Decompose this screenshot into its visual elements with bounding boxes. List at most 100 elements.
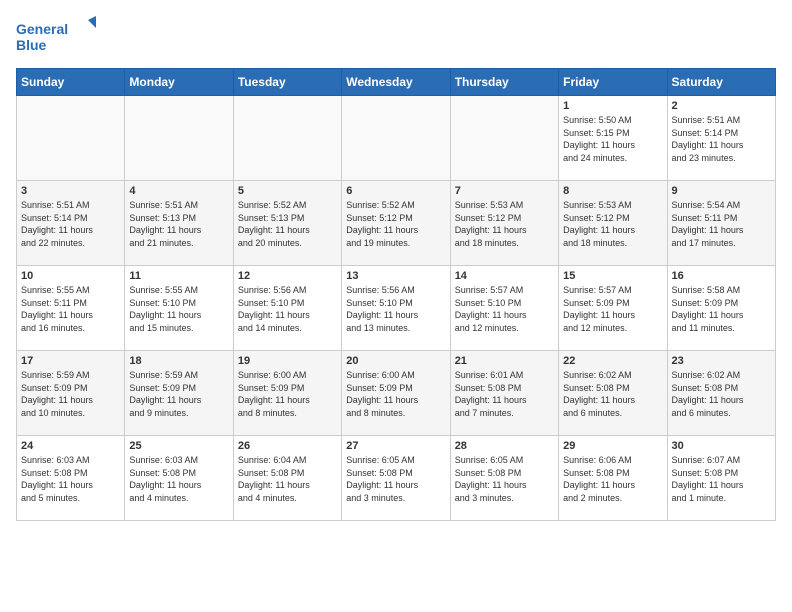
cell-info: and 8 minutes. xyxy=(238,407,337,420)
calendar-cell: 2Sunrise: 5:51 AMSunset: 5:14 PMDaylight… xyxy=(667,96,775,181)
cell-info: Sunrise: 5:51 AM xyxy=(672,114,771,127)
cell-info: Daylight: 11 hours xyxy=(21,224,120,237)
day-number: 17 xyxy=(21,355,120,367)
cell-info: and 12 minutes. xyxy=(563,322,662,335)
cell-info: Daylight: 11 hours xyxy=(346,394,445,407)
cell-info: Sunrise: 5:53 AM xyxy=(563,199,662,212)
weekday-header: Thursday xyxy=(450,69,558,96)
cell-info: Sunrise: 6:02 AM xyxy=(672,369,771,382)
cell-info: Sunset: 5:09 PM xyxy=(346,382,445,395)
calendar-cell: 30Sunrise: 6:07 AMSunset: 5:08 PMDayligh… xyxy=(667,436,775,521)
day-number: 25 xyxy=(129,440,228,452)
cell-info: Daylight: 11 hours xyxy=(346,479,445,492)
calendar-cell xyxy=(450,96,558,181)
day-number: 3 xyxy=(21,185,120,197)
calendar-cell: 13Sunrise: 5:56 AMSunset: 5:10 PMDayligh… xyxy=(342,266,450,351)
cell-info: and 19 minutes. xyxy=(346,237,445,250)
cell-info: and 6 minutes. xyxy=(563,407,662,420)
cell-info: and 13 minutes. xyxy=(346,322,445,335)
day-number: 5 xyxy=(238,185,337,197)
cell-info: and 9 minutes. xyxy=(129,407,228,420)
cell-info: and 11 minutes. xyxy=(672,322,771,335)
cell-info: and 2 minutes. xyxy=(563,492,662,505)
cell-info: Daylight: 11 hours xyxy=(238,394,337,407)
day-number: 20 xyxy=(346,355,445,367)
calendar-cell: 16Sunrise: 5:58 AMSunset: 5:09 PMDayligh… xyxy=(667,266,775,351)
day-number: 8 xyxy=(563,185,662,197)
weekday-header: Sunday xyxy=(17,69,125,96)
weekday-header: Tuesday xyxy=(233,69,341,96)
cell-info: Daylight: 11 hours xyxy=(129,394,228,407)
cell-info: Daylight: 11 hours xyxy=(455,479,554,492)
page-header: General Blue xyxy=(16,16,776,56)
cell-info: Sunset: 5:08 PM xyxy=(672,382,771,395)
cell-info: Daylight: 11 hours xyxy=(346,224,445,237)
calendar-header-row: SundayMondayTuesdayWednesdayThursdayFrid… xyxy=(17,69,776,96)
calendar-cell: 9Sunrise: 5:54 AMSunset: 5:11 PMDaylight… xyxy=(667,181,775,266)
day-number: 27 xyxy=(346,440,445,452)
calendar-cell xyxy=(233,96,341,181)
cell-info: Sunset: 5:09 PM xyxy=(672,297,771,310)
day-number: 30 xyxy=(672,440,771,452)
day-number: 16 xyxy=(672,270,771,282)
cell-info: Daylight: 11 hours xyxy=(21,479,120,492)
cell-info: and 4 minutes. xyxy=(238,492,337,505)
cell-info: Sunset: 5:15 PM xyxy=(563,127,662,140)
day-number: 13 xyxy=(346,270,445,282)
cell-info: Daylight: 11 hours xyxy=(563,394,662,407)
cell-info: Sunset: 5:08 PM xyxy=(563,467,662,480)
cell-info: Sunrise: 5:50 AM xyxy=(563,114,662,127)
cell-info: Sunset: 5:12 PM xyxy=(563,212,662,225)
cell-info: Sunset: 5:08 PM xyxy=(563,382,662,395)
cell-info: and 7 minutes. xyxy=(455,407,554,420)
cell-info: Sunrise: 5:56 AM xyxy=(238,284,337,297)
calendar-week-row: 1Sunrise: 5:50 AMSunset: 5:15 PMDaylight… xyxy=(17,96,776,181)
cell-info: Sunrise: 5:58 AM xyxy=(672,284,771,297)
calendar-cell: 19Sunrise: 6:00 AMSunset: 5:09 PMDayligh… xyxy=(233,351,341,436)
cell-info: Daylight: 11 hours xyxy=(129,224,228,237)
day-number: 28 xyxy=(455,440,554,452)
cell-info: and 10 minutes. xyxy=(21,407,120,420)
cell-info: and 15 minutes. xyxy=(129,322,228,335)
cell-info: Sunset: 5:09 PM xyxy=(21,382,120,395)
cell-info: Sunset: 5:10 PM xyxy=(129,297,228,310)
cell-info: Sunrise: 5:57 AM xyxy=(455,284,554,297)
cell-info: Daylight: 11 hours xyxy=(672,394,771,407)
cell-info: Sunrise: 6:00 AM xyxy=(346,369,445,382)
calendar-cell: 12Sunrise: 5:56 AMSunset: 5:10 PMDayligh… xyxy=(233,266,341,351)
cell-info: Sunset: 5:13 PM xyxy=(238,212,337,225)
cell-info: Sunset: 5:10 PM xyxy=(346,297,445,310)
calendar-cell: 25Sunrise: 6:03 AMSunset: 5:08 PMDayligh… xyxy=(125,436,233,521)
logo-svg: General Blue xyxy=(16,16,96,56)
day-number: 19 xyxy=(238,355,337,367)
cell-info: Sunrise: 5:54 AM xyxy=(672,199,771,212)
cell-info: Daylight: 11 hours xyxy=(672,139,771,152)
cell-info: Sunrise: 5:55 AM xyxy=(129,284,228,297)
cell-info: Sunrise: 5:55 AM xyxy=(21,284,120,297)
day-number: 15 xyxy=(563,270,662,282)
cell-info: Sunset: 5:09 PM xyxy=(563,297,662,310)
calendar-cell: 1Sunrise: 5:50 AMSunset: 5:15 PMDaylight… xyxy=(559,96,667,181)
cell-info: and 6 minutes. xyxy=(672,407,771,420)
calendar-cell xyxy=(342,96,450,181)
cell-info: and 3 minutes. xyxy=(455,492,554,505)
cell-info: and 22 minutes. xyxy=(21,237,120,250)
cell-info: Daylight: 11 hours xyxy=(238,224,337,237)
cell-info: Daylight: 11 hours xyxy=(563,479,662,492)
cell-info: and 24 minutes. xyxy=(563,152,662,165)
cell-info: and 14 minutes. xyxy=(238,322,337,335)
cell-info: Sunset: 5:12 PM xyxy=(455,212,554,225)
cell-info: Sunrise: 6:01 AM xyxy=(455,369,554,382)
calendar-cell: 7Sunrise: 5:53 AMSunset: 5:12 PMDaylight… xyxy=(450,181,558,266)
day-number: 21 xyxy=(455,355,554,367)
calendar-cell: 26Sunrise: 6:04 AMSunset: 5:08 PMDayligh… xyxy=(233,436,341,521)
day-number: 4 xyxy=(129,185,228,197)
cell-info: Sunset: 5:08 PM xyxy=(21,467,120,480)
day-number: 7 xyxy=(455,185,554,197)
cell-info: Daylight: 11 hours xyxy=(129,309,228,322)
calendar-cell: 29Sunrise: 6:06 AMSunset: 5:08 PMDayligh… xyxy=(559,436,667,521)
calendar-cell: 14Sunrise: 5:57 AMSunset: 5:10 PMDayligh… xyxy=(450,266,558,351)
cell-info: Sunset: 5:08 PM xyxy=(238,467,337,480)
cell-info: Daylight: 11 hours xyxy=(238,479,337,492)
cell-info: and 3 minutes. xyxy=(346,492,445,505)
